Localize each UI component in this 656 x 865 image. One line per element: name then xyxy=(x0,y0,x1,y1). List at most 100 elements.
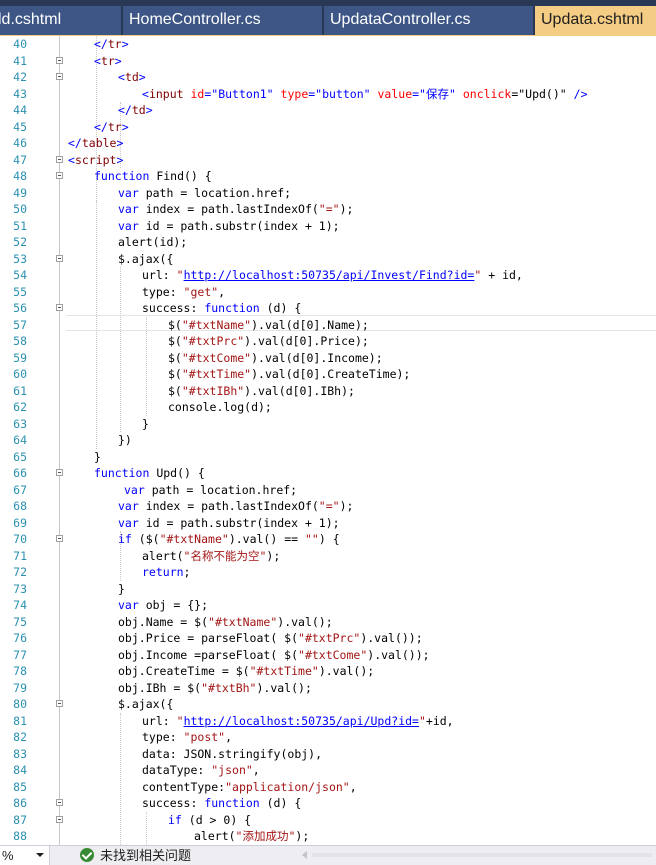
code-text: alert("添加成功"); xyxy=(194,828,309,845)
code-line[interactable]: 56 success: function (d) { xyxy=(0,300,656,317)
code-token: "application/json" xyxy=(225,779,350,794)
code-token: "#txtName" xyxy=(159,532,229,546)
code-line[interactable]: 47 <script> xyxy=(0,152,656,169)
code-line[interactable]: 65} xyxy=(0,449,656,466)
code-line[interactable]: 48 function Find() { xyxy=(0,168,656,185)
code-token: ="button" xyxy=(308,86,371,101)
tab-updatacontroller[interactable]: UpdataController.cs xyxy=(324,6,534,35)
code-line[interactable]: 83 data: JSON.stringify(obj), xyxy=(0,746,656,763)
code-token: tr xyxy=(100,53,115,68)
code-line[interactable]: 85 contentType:"application/json", xyxy=(0,779,656,796)
code-text: $("#txtPrc").val(d[0].Price); xyxy=(168,333,369,350)
tab-label: Updata.cshtml xyxy=(541,11,644,28)
check-circle-icon xyxy=(80,848,94,862)
code-text: } xyxy=(94,449,101,466)
collapse-icon[interactable] xyxy=(56,56,63,64)
code-line[interactable]: 41 <tr> xyxy=(0,53,656,70)
code-token: obj.Name = $( xyxy=(118,614,209,629)
code-line[interactable]: 70 if ($("#txtName").val() == "") { xyxy=(0,531,656,548)
tab-ld-cshtml[interactable]: ld.cshtml xyxy=(0,6,122,35)
code-line[interactable]: 51 var id = path.substr(index + 1); xyxy=(0,218,656,235)
code-line[interactable]: 44 </td> xyxy=(0,102,656,119)
collapse-icon[interactable] xyxy=(56,469,63,476)
code-text: </tr> xyxy=(94,119,129,136)
code-editor[interactable]: 40 </tr> 41 <tr> 42 <td> 43 <input id="Button1"… xyxy=(0,36,656,845)
code-text: alert(id); xyxy=(118,234,187,251)
tab-homecontroller[interactable]: HomeController.cs xyxy=(123,6,323,35)
code-line[interactable]: 88 alert("添加成功"); xyxy=(0,828,656,845)
code-line[interactable]: 62 console.log(d); xyxy=(0,399,656,416)
code-line[interactable]: 49 var path = location.href; xyxy=(0,185,656,202)
code-line[interactable]: 61 $("#txtIBh").val(d[0].IBh); xyxy=(0,383,656,400)
collapse-icon[interactable] xyxy=(56,535,63,542)
code-token: "=" xyxy=(318,499,340,513)
code-line[interactable]: 50 var index = path.lastIndexOf("="); xyxy=(0,201,656,218)
line-number: 67 xyxy=(13,482,27,497)
code-token: ) { xyxy=(318,532,340,546)
code-token: "get" xyxy=(183,284,219,299)
code-token: value xyxy=(377,86,413,101)
code-token: alert( xyxy=(194,829,236,843)
tab-updata-cshtml[interactable]: Updata.cshtml xyxy=(535,6,656,35)
code-line[interactable]: 81 url: "http://localhost:50735/api/Upd?i… xyxy=(0,713,656,730)
code-token: $.ajax({ xyxy=(118,697,174,711)
code-line[interactable]: 82 type: "post", xyxy=(0,729,656,746)
code-line[interactable]: 57 $("#txtName").val(d[0].Name); xyxy=(0,317,656,334)
collapse-icon[interactable] xyxy=(56,304,63,311)
code-line[interactable]: 87 if (d > 0) { xyxy=(0,812,656,829)
collapse-icon[interactable] xyxy=(56,155,63,163)
code-line[interactable]: 60 $("#txtTime").val(d[0].CreateTime); xyxy=(0,366,656,383)
code-line[interactable]: 78 obj.CreateTime = $("#txtTime").val(); xyxy=(0,663,656,680)
code-line[interactable]: 42 <td> xyxy=(0,69,656,86)
code-line[interactable]: 75 obj.Name = $("#txtName").val(); xyxy=(0,614,656,631)
code-line[interactable]: 71 alert("名称不能为空"); xyxy=(0,548,656,565)
code-token: , xyxy=(252,763,260,777)
scroll-left-icon[interactable] xyxy=(302,851,307,859)
code-line[interactable]: 43 <input id="Button1" type="button" valu… xyxy=(0,86,656,103)
code-token: ($( xyxy=(131,532,160,546)
code-token: > xyxy=(145,103,153,117)
code-line[interactable]: 66 function Upd() { xyxy=(0,465,656,482)
code-line[interactable]: 53 $.ajax({ xyxy=(0,251,656,268)
code-line[interactable]: 79 obj.IBh = $("#txtBh").val(); xyxy=(0,680,656,697)
code-line[interactable]: 63} xyxy=(0,416,656,433)
code-line[interactable]: 77 obj.Income =parseFloat( $("#txtCome").… xyxy=(0,647,656,664)
code-line[interactable]: 74 var obj = {}; xyxy=(0,597,656,614)
code-line[interactable]: 55 type: "get", xyxy=(0,284,656,301)
collapse-icon[interactable] xyxy=(56,799,63,806)
code-token: > xyxy=(121,37,129,51)
code-line[interactable]: 69 var id = path.substr(index + 1); xyxy=(0,515,656,532)
code-line[interactable]: 54 url: "http://localhost:50735/api/Inves… xyxy=(0,267,656,284)
horizontal-scrollbar[interactable] xyxy=(312,853,652,857)
code-text: contentType:"application/json", xyxy=(142,779,357,796)
code-token: ); xyxy=(339,499,354,513)
line-number: 72 xyxy=(13,565,27,579)
code-token: "=" xyxy=(318,202,340,216)
code-line[interactable]: 76 obj.Price = parseFloat( $("#txtPrc").v… xyxy=(0,630,656,647)
collapse-icon[interactable] xyxy=(56,172,63,179)
code-text: function Find() { xyxy=(94,168,212,185)
code-line[interactable]: 59 $("#txtCome").val(d[0].Income); xyxy=(0,350,656,367)
code-line[interactable]: 40 </tr> xyxy=(0,36,656,53)
zoom-select[interactable]: % xyxy=(0,846,50,865)
collapse-icon[interactable] xyxy=(56,73,63,80)
line-number: 81 xyxy=(13,713,27,728)
code-token: http://localhost:50735/api/Upd?id= xyxy=(183,713,419,728)
code-text: type: "post", xyxy=(142,729,232,746)
code-line[interactable]: 80 $.ajax({ xyxy=(0,696,656,713)
code-line[interactable]: 73} xyxy=(0,581,656,598)
code-line[interactable]: 52 alert(id); xyxy=(0,234,656,251)
code-line[interactable]: 46 </table> xyxy=(0,135,656,152)
collapse-icon[interactable] xyxy=(56,815,63,823)
code-line[interactable]: 58 $("#txtPrc").val(d[0].Price); xyxy=(0,333,656,350)
code-line[interactable]: 45 </tr> xyxy=(0,119,656,136)
code-line[interactable]: 67 var path = location.href; xyxy=(0,482,656,499)
code-line[interactable]: 64}) xyxy=(0,432,656,449)
collapse-icon[interactable] xyxy=(56,700,63,707)
code-line[interactable]: 68 var index = path.lastIndexOf("="); xyxy=(0,498,656,515)
code-line[interactable]: 86 success: function (d) { xyxy=(0,795,656,812)
code-line[interactable]: 84 dataType: "json", xyxy=(0,762,656,779)
line-number: 83 xyxy=(13,746,27,761)
code-line[interactable]: 72 return; xyxy=(0,564,656,581)
collapse-icon[interactable] xyxy=(56,254,63,262)
